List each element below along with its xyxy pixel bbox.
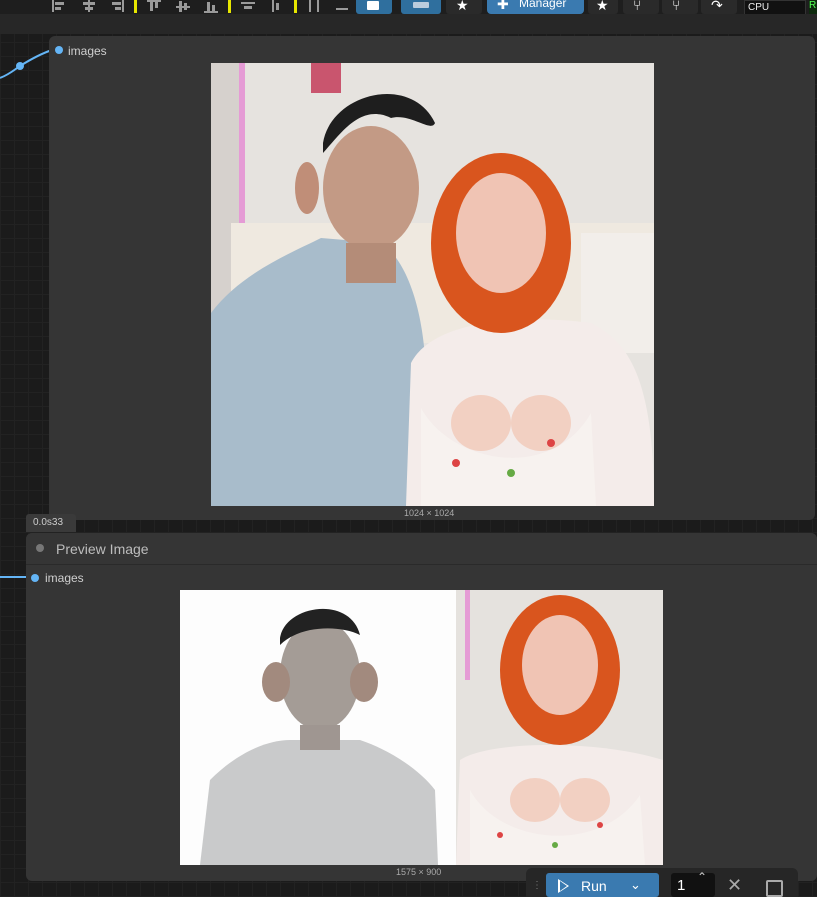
preview-image-node[interactable]: Preview Image images 1575 × 900 bbox=[26, 533, 817, 881]
manager-button[interactable]: ✚ Manager bbox=[487, 0, 584, 14]
play-icon bbox=[558, 879, 569, 893]
ram-monitor: R bbox=[809, 0, 817, 14]
share-button[interactable]: ⑂ bbox=[623, 0, 659, 14]
run-toolbar: ⋮⋮ Run ⌄ 1 ⌃ ✕ bbox=[526, 868, 798, 897]
manager-button-label: Manager bbox=[519, 0, 567, 10]
run-button-label: Run bbox=[581, 878, 607, 894]
star-icon: ★ bbox=[596, 0, 609, 13]
node-title: Preview Image bbox=[56, 541, 149, 557]
node-title-bar[interactable]: Preview Image bbox=[26, 533, 817, 565]
execution-time-text: 0.0s33 bbox=[33, 517, 64, 528]
align-bottom-icon[interactable] bbox=[204, 0, 218, 13]
redo-button[interactable]: ↷ bbox=[701, 0, 737, 14]
execution-time-badge: 0.0s33 bbox=[26, 514, 76, 532]
arrow-icon: ↷ bbox=[711, 0, 723, 13]
collapse-dot[interactable] bbox=[36, 544, 44, 552]
chevron-up-icon[interactable]: ⌃ bbox=[697, 870, 707, 884]
ram-label: R bbox=[809, 0, 817, 11]
run-button[interactable]: Run ⌄ bbox=[546, 873, 659, 897]
image-dimensions: 1575 × 900 bbox=[396, 867, 442, 877]
star-button[interactable]: ★ bbox=[588, 0, 618, 14]
input-slot-label: images bbox=[45, 571, 84, 585]
fork-icon: ⑂ bbox=[633, 0, 642, 13]
input-slot-dot[interactable] bbox=[31, 574, 39, 582]
output-slot-label: images bbox=[68, 44, 107, 58]
distribute-horizontal-icon[interactable] bbox=[270, 0, 284, 12]
favorite-button[interactable]: ★ bbox=[446, 0, 482, 14]
branch-button[interactable]: ⑂ bbox=[662, 0, 698, 14]
batch-count-value: 1 bbox=[677, 877, 686, 894]
chevron-down-icon[interactable]: ⌄ bbox=[630, 877, 641, 893]
batch-count-input[interactable]: 1 ⌃ bbox=[671, 870, 715, 897]
align-middle-icon[interactable] bbox=[176, 0, 190, 12]
align-center-icon[interactable] bbox=[82, 0, 96, 12]
square-icon[interactable] bbox=[766, 880, 783, 897]
close-icon[interactable]: ✕ bbox=[727, 875, 742, 896]
branch-icon: ⑂ bbox=[672, 0, 681, 13]
top-toolbar: ★ ✚ Manager ★ ⑂ ⑂ ↷ CPU R bbox=[0, 0, 817, 16]
output-image bbox=[211, 63, 654, 506]
toolbar-separator bbox=[294, 0, 297, 13]
minimize-icon[interactable] bbox=[335, 0, 349, 12]
image-dimensions: 1024 × 1024 bbox=[404, 508, 455, 518]
toolbar-strip bbox=[0, 14, 817, 34]
output-slot-dot[interactable] bbox=[55, 46, 63, 54]
star-icon: ★ bbox=[456, 0, 469, 13]
puzzle-icon: ✚ bbox=[497, 0, 509, 12]
image-mode-button[interactable] bbox=[356, 0, 392, 14]
toolbar-separator bbox=[228, 0, 231, 13]
workflow-button[interactable] bbox=[401, 0, 441, 14]
toolbar-separator bbox=[134, 0, 137, 13]
align-edges-icon[interactable] bbox=[307, 0, 321, 12]
image-node[interactable]: images 1024 × 1024 bbox=[49, 36, 815, 520]
preview-image bbox=[180, 590, 663, 865]
distribute-vertical-icon[interactable] bbox=[241, 0, 255, 12]
cpu-label: CPU bbox=[748, 2, 770, 13]
align-left-icon[interactable] bbox=[52, 0, 66, 12]
align-right-icon[interactable] bbox=[110, 0, 124, 12]
align-top-icon[interactable] bbox=[147, 0, 161, 12]
